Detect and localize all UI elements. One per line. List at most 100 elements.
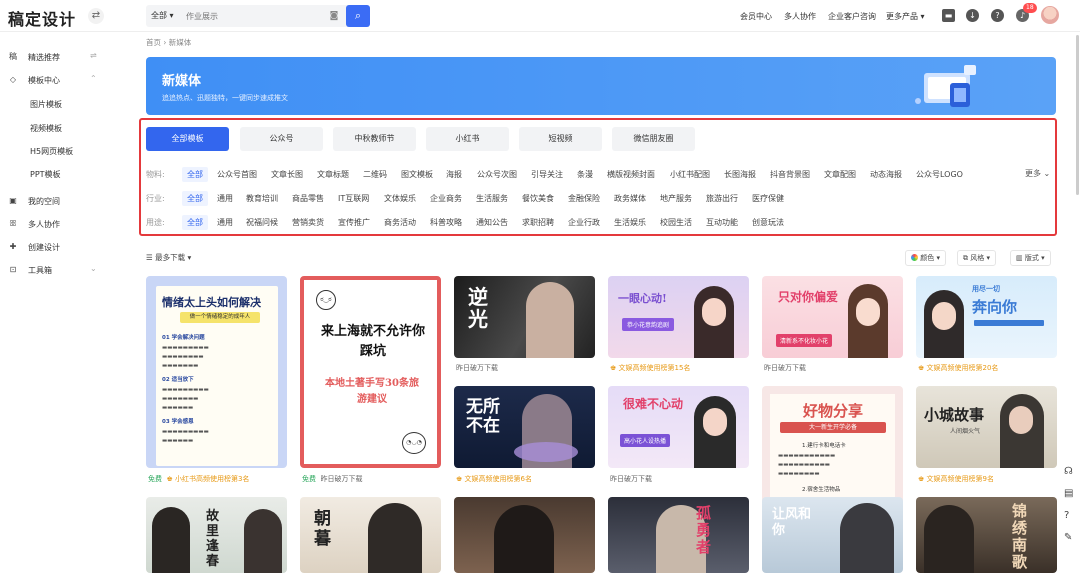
chip-material[interactable]: 长图海报 (724, 169, 756, 180)
document-icon[interactable]: ▤ (1064, 488, 1073, 499)
chip-material[interactable]: 小红书配图 (670, 169, 710, 180)
chip-usage[interactable]: 宣传推广 (338, 217, 370, 228)
switch-icon[interactable]: ⇄ (88, 8, 104, 24)
chip-industry[interactable]: 医疗保健 (752, 193, 784, 204)
chip-material[interactable]: 公众号首图 (217, 169, 257, 180)
search-input[interactable] (186, 8, 316, 24)
template-card[interactable]: 很难不心动 高小花人设热播 (608, 386, 749, 468)
chip-usage[interactable]: 生活娱乐 (614, 217, 646, 228)
collapse-icon[interactable]: ⇌ (90, 51, 97, 60)
chip-usage[interactable]: 营销卖货 (292, 217, 324, 228)
sidebar-item-toolbox[interactable]: ⊡ 工具箱 ⌄ (0, 260, 110, 280)
sidebar-item-template-center[interactable]: ◇ 模板中心 ⌃ (0, 70, 110, 90)
chip-industry[interactable]: 全部 (182, 191, 208, 206)
sort-dropdown[interactable]: ☰ 最多下载 ▾ (146, 252, 191, 263)
chip-material[interactable]: 二维码 (363, 169, 387, 180)
chip-usage[interactable]: 科普攻略 (430, 217, 462, 228)
avatar[interactable] (1041, 6, 1059, 24)
template-card[interactable]: 只对你偏爱 清新系不化妆小花 (762, 276, 903, 358)
chip-usage[interactable]: 通用 (217, 217, 233, 228)
chip-material[interactable]: 动态海报 (870, 169, 902, 180)
more-filters-button[interactable]: 更多 ⌄ (1025, 168, 1050, 179)
chip-material[interactable]: 抖音背景图 (770, 169, 810, 180)
template-card[interactable]: 用尽一切 奔向你 (916, 276, 1057, 358)
camera-icon[interactable]: ◙ (328, 10, 340, 22)
template-card[interactable] (454, 497, 595, 573)
template-card[interactable]: 锦绣南歌 (916, 497, 1057, 573)
tab-all-templates[interactable]: 全部模板 (146, 127, 229, 151)
style-filter-button[interactable]: ⧉ 风格 ▾ (957, 250, 996, 266)
logo[interactable]: 稿定设计 (8, 6, 76, 30)
template-card[interactable]: 朝暮 (300, 497, 441, 573)
headset-icon[interactable]: ☊ (1064, 466, 1073, 477)
tab-mid-autumn-teachers-day[interactable]: 中秋教师节 (333, 127, 416, 151)
template-card[interactable]: 逆光 (454, 276, 595, 358)
nav-collaboration[interactable]: 多人协作 (784, 11, 816, 22)
sidebar-sub-h5-templates[interactable]: H5网页模板 (30, 146, 73, 157)
chip-material[interactable]: 公众号次图 (477, 169, 517, 180)
chip-material[interactable]: 横版视频封面 (607, 169, 655, 180)
chip-industry[interactable]: 金融保险 (568, 193, 600, 204)
chip-material[interactable]: 文章配图 (824, 169, 856, 180)
nav-more-products[interactable]: 更多产品 ▾ (886, 11, 925, 22)
sidebar-sub-image-templates[interactable]: 图片模板 (30, 99, 62, 110)
chip-usage[interactable]: 企业行政 (568, 217, 600, 228)
sidebar-item-my-space[interactable]: ▣ 我的空间 (0, 191, 110, 211)
template-card[interactable]: 小城故事 人间烟火气 (916, 386, 1057, 468)
chip-usage[interactable]: 求职招聘 (522, 217, 554, 228)
template-card[interactable]: ಠ‿ಠ 来上海就不允许你踩坑 本地土著手写30条旅游建议 ◔◡◔ (300, 276, 441, 468)
chip-industry[interactable]: IT互联网 (338, 193, 369, 204)
template-card[interactable]: 故里逢春 (146, 497, 287, 573)
template-card[interactable]: 情绪太上头如何解决 做一个情绪稳定的成年人 01 学会解决问题 ▬▬▬▬▬▬▬▬… (146, 276, 287, 468)
layout-filter-button[interactable]: ▥ 版式 ▾ (1010, 250, 1051, 266)
tab-xiaohongshu[interactable]: 小红书 (426, 127, 509, 151)
tab-wechat-moments[interactable]: 微信朋友圈 (612, 127, 695, 151)
template-card[interactable]: 一眼心动! 恭小花意韵追剧 (608, 276, 749, 358)
chip-material[interactable]: 文章长图 (271, 169, 303, 180)
trash-icon[interactable]: ▬ (942, 9, 955, 22)
chip-usage[interactable]: 通知公告 (476, 217, 508, 228)
chip-usage[interactable]: 商务活动 (384, 217, 416, 228)
chip-material[interactable]: 海报 (446, 169, 462, 180)
sidebar-sub-video-templates[interactable]: 视频模板 (30, 123, 62, 134)
template-card[interactable]: 让风和你 (762, 497, 903, 573)
tab-official-account[interactable]: 公众号 (240, 127, 323, 151)
sidebar-sub-ppt-templates[interactable]: PPT模板 (30, 169, 61, 180)
search-category-select[interactable]: 全部 ▾ (151, 10, 174, 21)
page-scrollbar[interactable] (1076, 35, 1079, 195)
chip-industry[interactable]: 企业商务 (430, 193, 462, 204)
chip-material[interactable]: 引导关注 (531, 169, 563, 180)
chip-industry[interactable]: 通用 (217, 193, 233, 204)
chip-industry[interactable]: 生活服务 (476, 193, 508, 204)
chip-industry[interactable]: 旅游出行 (706, 193, 738, 204)
chip-industry[interactable]: 餐饮美食 (522, 193, 554, 204)
chip-material[interactable]: 全部 (182, 167, 208, 182)
chip-material[interactable]: 图文模板 (401, 169, 433, 180)
breadcrumb[interactable]: 首页 › 新媒体 (146, 37, 191, 48)
chip-usage[interactable]: 互动功能 (706, 217, 738, 228)
chip-usage[interactable]: 创意玩法 (752, 217, 784, 228)
chip-usage[interactable]: 全部 (182, 215, 208, 230)
chip-usage[interactable]: 校园生活 (660, 217, 692, 228)
chip-industry[interactable]: 文体娱乐 (384, 193, 416, 204)
template-card[interactable]: 无所不在 (454, 386, 595, 468)
chip-industry[interactable]: 政务媒体 (614, 193, 646, 204)
color-filter-button[interactable]: 颜色 ▾ (905, 250, 946, 266)
help-icon[interactable]: ? (991, 9, 1004, 22)
sidebar-item-create[interactable]: ✚ 创建设计 (0, 237, 110, 257)
chip-material[interactable]: 文章标题 (317, 169, 349, 180)
chip-usage[interactable]: 祝福问候 (246, 217, 278, 228)
template-card[interactable]: 孤勇者 (608, 497, 749, 573)
nav-vip-center[interactable]: 会员中心 (740, 11, 772, 22)
chip-industry[interactable]: 教育培训 (246, 193, 278, 204)
sidebar-item-recommend[interactable]: 稿 精选推荐 ⇌ (0, 47, 110, 67)
nav-enterprise-consult[interactable]: 企业客户咨询 (828, 11, 876, 22)
chip-material[interactable]: 条漫 (577, 169, 593, 180)
download-icon[interactable]: ↓ (966, 9, 979, 22)
tab-short-video[interactable]: 短视频 (519, 127, 602, 151)
help-circle-icon[interactable]: ? (1064, 510, 1069, 521)
chip-industry[interactable]: 地产服务 (660, 193, 692, 204)
chip-material[interactable]: 公众号LOGO (916, 169, 963, 180)
sidebar-item-collaboration[interactable]: ꕥ 多人协作 (0, 214, 110, 234)
search-button[interactable]: ⌕ (346, 5, 370, 27)
